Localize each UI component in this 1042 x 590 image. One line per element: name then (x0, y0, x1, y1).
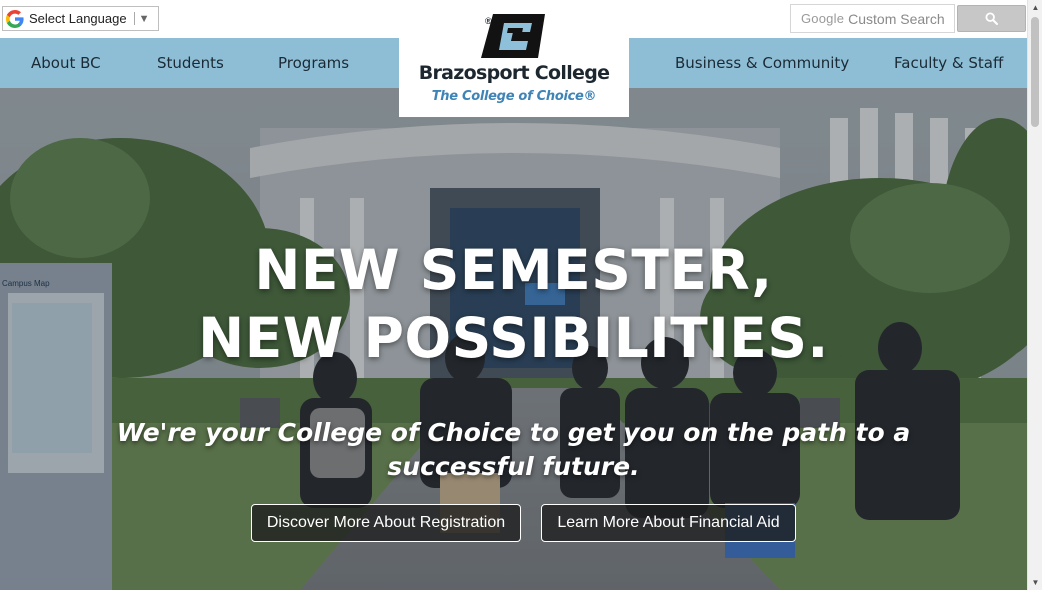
bc-logo-icon: ® (481, 14, 545, 58)
hero-subtext: We're your College of Choice to get you … (116, 418, 911, 481)
scroll-down-icon[interactable]: ▼ (1028, 575, 1042, 590)
google-g-icon (6, 9, 24, 28)
page-scrollbar[interactable]: ▲ ▼ (1027, 0, 1042, 590)
college-logo[interactable]: ® Brazosport College The College of Choi… (399, 0, 629, 117)
page: Select Language ▼ Google Custom Search A… (0, 0, 1042, 590)
search-button[interactable] (957, 5, 1026, 32)
nav-item-about-bc[interactable]: About BC (31, 38, 101, 88)
scrollbar-thumb[interactable] (1031, 17, 1039, 127)
search-placeholder: Custom Search (848, 10, 945, 27)
financial-aid-button[interactable]: Learn More About Financial Aid (541, 504, 796, 542)
language-selector-label: Select Language (29, 11, 127, 26)
hero-banner: Campus Map NEW SEMESTER, NEW POSSIBILITI… (0, 88, 1027, 590)
college-name: Brazosport College (418, 62, 610, 84)
chevron-down-icon: ▼ (138, 12, 150, 25)
nav-item-business-community[interactable]: Business & Community (675, 38, 849, 88)
site-search: Google Custom Search (790, 4, 1026, 33)
college-tagline: The College of Choice® (431, 89, 597, 104)
search-icon (985, 12, 998, 25)
search-input[interactable]: Google Custom Search (790, 4, 955, 33)
search-google-brand: Google (801, 11, 845, 26)
language-selector[interactable]: Select Language ▼ (2, 6, 159, 31)
nav-item-programs[interactable]: Programs (278, 38, 349, 88)
nav-item-faculty-staff[interactable]: Faculty & Staff (894, 38, 1003, 88)
registration-button[interactable]: Discover More About Registration (251, 504, 521, 542)
scroll-up-icon[interactable]: ▲ (1028, 0, 1042, 15)
hero-headline-line1: NEW SEMESTER, (254, 238, 773, 302)
language-selector-divider (133, 12, 135, 25)
nav-item-students[interactable]: Students (157, 38, 224, 88)
hero-headline-line2: NEW POSSIBILITIES. (198, 306, 829, 370)
